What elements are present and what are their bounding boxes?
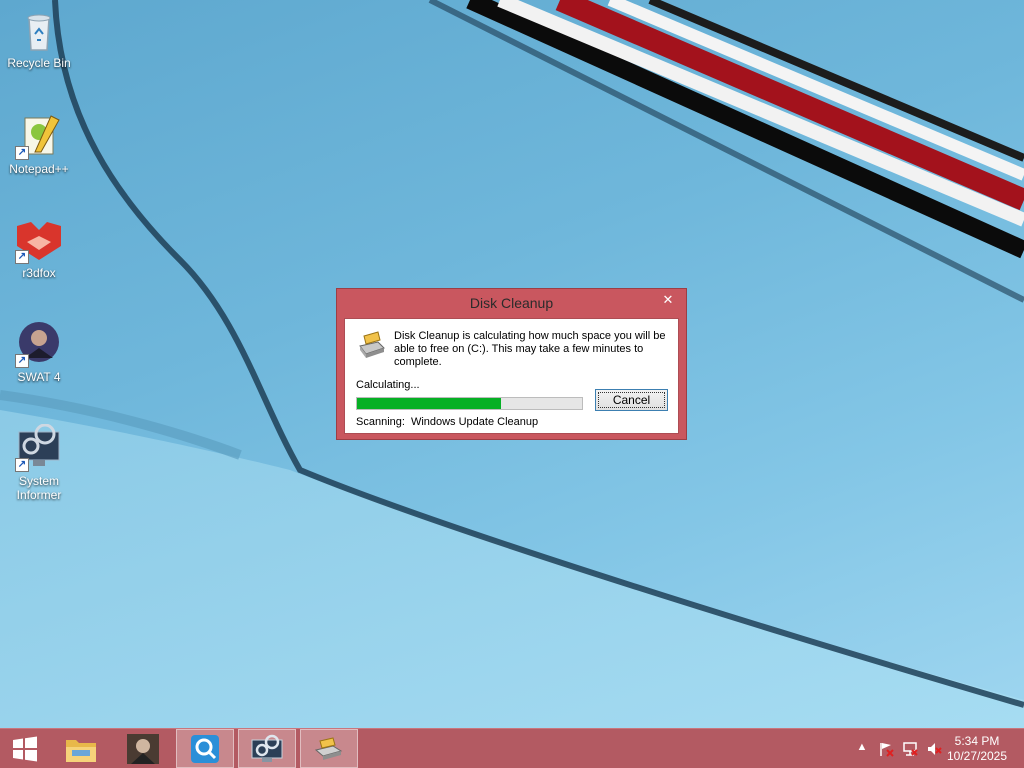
desktop-icon-label: Recycle Bin bbox=[7, 56, 71, 70]
desktop-icon-r3dfox[interactable]: ↗ r3dfox bbox=[0, 216, 78, 280]
scanning-item: Windows Update Cleanup bbox=[410, 416, 539, 428]
scanning-status: Scanning: Windows Update Cleanup bbox=[356, 416, 544, 428]
cancel-button[interactable]: Cancel bbox=[595, 389, 668, 411]
shortcut-arrow-icon: ↗ bbox=[15, 250, 29, 264]
action-center-flag-icon[interactable] bbox=[878, 741, 894, 757]
desktop-icon-label: r3dfox bbox=[22, 266, 56, 280]
show-hidden-icons-icon[interactable]: ▲ bbox=[854, 741, 870, 757]
system-informer-icon bbox=[251, 734, 283, 762]
dialog-message: Disk Cleanup is calculating how much spa… bbox=[394, 330, 666, 368]
scanning-label: Scanning: bbox=[356, 416, 405, 428]
desktop-icon-recycle-bin[interactable]: Recycle Bin bbox=[0, 6, 78, 70]
close-button[interactable]: ✕ bbox=[659, 292, 677, 308]
system-tray: ▲ 5:34 PM 10/27/2025 bbox=[834, 729, 1024, 768]
system-informer-taskbar-button[interactable] bbox=[238, 729, 296, 768]
disk-cleanup-icon bbox=[356, 330, 386, 365]
desktop-icon-swat4[interactable]: ↗ SWAT 4 bbox=[0, 320, 78, 384]
desktop-icon-system-informer[interactable]: ↗ System Informer bbox=[0, 423, 78, 502]
system-informer-icon: ↗ bbox=[15, 423, 63, 472]
desktop-icon-notepad-plus-plus[interactable]: ↗ Notepad++ bbox=[0, 112, 78, 176]
disk-cleanup-icon bbox=[314, 736, 343, 760]
disk-cleanup-taskbar-button[interactable] bbox=[300, 729, 358, 768]
taskbar: ▲ 5:34 PM 10/27/2025 bbox=[0, 728, 1024, 768]
start-button[interactable] bbox=[0, 729, 50, 768]
disk-cleanup-dialog: Disk Cleanup ✕ Disk Cleanup is calculati… bbox=[336, 288, 687, 440]
folder-icon bbox=[66, 739, 96, 762]
windows-logo-icon bbox=[13, 736, 37, 761]
progress-bar-fill bbox=[357, 398, 501, 409]
r3dfox-icon: ↗ bbox=[15, 216, 63, 264]
file-explorer-button[interactable] bbox=[52, 729, 110, 768]
dialog-titlebar[interactable]: Disk Cleanup ✕ bbox=[337, 289, 686, 317]
dialog-title: Disk Cleanup bbox=[469, 295, 554, 311]
recycle-bin-icon bbox=[15, 6, 63, 54]
magnifier-icon bbox=[191, 734, 219, 763]
swat4-icon: ↗ bbox=[15, 320, 63, 368]
status-label: Calculating... bbox=[356, 379, 420, 391]
clock-date: 10/27/2025 bbox=[946, 749, 1008, 763]
search-app-taskbar-button[interactable] bbox=[176, 729, 234, 768]
dialog-body: Disk Cleanup is calculating how much spa… bbox=[344, 318, 679, 434]
progress-bar bbox=[356, 397, 583, 410]
desktop-icon-label: Notepad++ bbox=[9, 162, 69, 176]
clock[interactable]: 5:34 PM 10/27/2025 bbox=[942, 734, 1012, 764]
swat4-icon bbox=[127, 733, 159, 764]
desktop-icon-label: SWAT 4 bbox=[17, 370, 61, 384]
notepad-plus-plus-icon: ↗ bbox=[15, 112, 63, 160]
swat4-taskbar-button[interactable] bbox=[114, 729, 172, 768]
desktop-icon-label: System Informer bbox=[16, 474, 62, 502]
shortcut-arrow-icon: ↗ bbox=[15, 146, 29, 160]
volume-muted-icon[interactable] bbox=[926, 741, 942, 757]
network-icon[interactable] bbox=[902, 741, 918, 757]
clock-time: 5:34 PM bbox=[954, 734, 1000, 748]
shortcut-arrow-icon: ↗ bbox=[15, 354, 29, 368]
shortcut-arrow-icon: ↗ bbox=[15, 458, 29, 472]
